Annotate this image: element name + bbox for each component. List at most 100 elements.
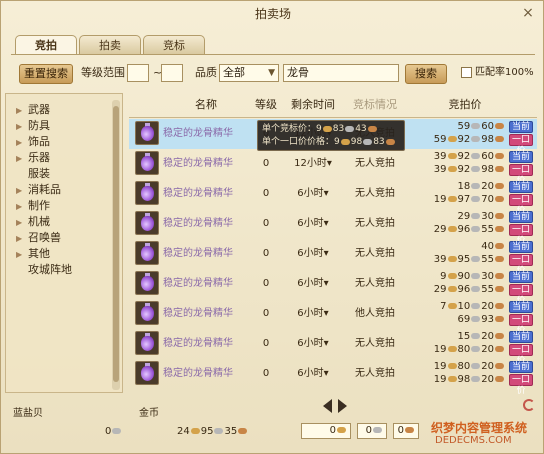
potion-icon[interactable] xyxy=(135,151,159,175)
bid-copper-input[interactable]: 0 xyxy=(393,423,419,439)
gold-coin-icon xyxy=(447,226,457,232)
gold-label: 金币 xyxy=(139,408,159,419)
potion-icon[interactable] xyxy=(135,211,159,235)
table-row[interactable]: 稳定的龙骨精华 0 6小时▾ 无人竞拍 40399555 当前一口价 xyxy=(129,239,537,276)
bid-now-button[interactable]: 当前 xyxy=(509,211,533,223)
gold-coin-icon xyxy=(447,273,457,279)
price-cell: 39 92 60 39 92 98 xyxy=(413,150,505,178)
buyout-button[interactable]: 一口价 xyxy=(509,194,533,216)
price-cell: 7 10 20 69 93 xyxy=(413,300,505,328)
category-other[interactable]: ▶ 其他 xyxy=(16,246,50,262)
table-row[interactable]: 稳定的龙骨精华 0 12小时▾ 无人竞拍 399260399298 当前一口价 xyxy=(129,149,537,186)
item-name-input[interactable]: 龙骨 xyxy=(283,64,399,82)
silver-coin-icon xyxy=(471,213,481,219)
bid-silver-input[interactable]: 0 xyxy=(357,423,387,439)
buyout-button[interactable]: 一口价 xyxy=(509,134,533,156)
bid-now-button[interactable]: 当前 xyxy=(509,271,533,283)
copper-coin-icon xyxy=(495,243,504,249)
copper-coin-icon xyxy=(495,136,504,142)
bid-now-button[interactable]: 当前 xyxy=(509,301,533,313)
bid-now-button[interactable]: 当前 xyxy=(509,151,533,163)
silver-coin-icon xyxy=(471,286,481,292)
gold-coin-icon xyxy=(447,153,457,159)
column-bid-status[interactable]: 竞标情况 xyxy=(343,93,407,117)
price-cell: 15 20 19 80 20 xyxy=(413,330,505,358)
category-instrument[interactable]: ▶ 乐器 xyxy=(16,150,50,166)
column-time[interactable]: 剩余时间 xyxy=(285,93,341,117)
category-consumable[interactable]: ▶ 消耗品 xyxy=(16,182,61,198)
level-min-input[interactable] xyxy=(127,64,149,82)
time-left: 6小时▾ xyxy=(297,308,329,319)
close-icon[interactable]: × xyxy=(521,6,535,20)
buyout-button[interactable]: 一口价 xyxy=(509,164,533,186)
time-left: 6小时▾ xyxy=(297,218,329,229)
table-row[interactable]: 稳定的龙骨精华 0 6小时▾ 无人竞拍 2930299655 当前一口价 xyxy=(129,209,537,246)
category-clothing[interactable]: 服装 xyxy=(16,166,50,182)
buyout-button[interactable]: 一口价 xyxy=(509,224,533,246)
category-siege[interactable]: 攻城阵地 xyxy=(16,262,72,278)
buyout-button[interactable]: 一口价 xyxy=(509,254,533,276)
match-rate-checkbox[interactable] xyxy=(461,67,472,78)
bid-now-button[interactable]: 当前 xyxy=(509,361,533,373)
copper-coin-icon xyxy=(495,346,504,352)
silver-coin-icon xyxy=(471,196,481,202)
watermark-url: DEDECMS.COM xyxy=(435,435,512,446)
expand-arrow-icon: ▶ xyxy=(16,106,23,115)
category-summon[interactable]: ▶ 召唤兽 xyxy=(16,230,61,246)
tab-sell[interactable]: 拍卖 xyxy=(79,35,141,55)
bid-price: 59 60 xyxy=(413,120,505,133)
time-left: 6小时▾ xyxy=(297,188,329,199)
potion-icon[interactable] xyxy=(135,361,159,385)
item-level: 0 xyxy=(262,218,270,229)
gold-coin-icon xyxy=(447,196,457,202)
buyout-price: 59 92 98 xyxy=(413,133,505,146)
tab-divider xyxy=(11,54,535,55)
header-divider xyxy=(129,117,537,118)
scrollbar-thumb[interactable] xyxy=(113,106,119,382)
bid-now-button[interactable]: 当前 xyxy=(509,331,533,343)
bid-now-button[interactable]: 当前 xyxy=(509,181,533,193)
bid-price: 39 92 60 xyxy=(413,150,505,163)
table-row[interactable]: 稳定的龙骨精华 0 6小时▾ 无人竞拍 1820199770 当前一口价 xyxy=(129,179,537,216)
category-machine[interactable]: ▶ 机械 xyxy=(16,214,50,230)
bid-status: 无人竞拍 xyxy=(355,278,395,289)
potion-icon[interactable] xyxy=(135,121,159,145)
potion-icon[interactable] xyxy=(135,181,159,205)
reset-search-button[interactable]: 重置搜索 xyxy=(19,64,73,84)
bid-gold-input[interactable]: 0 xyxy=(301,423,351,439)
column-price[interactable]: 竞拍价 xyxy=(425,93,505,117)
table-row[interactable]: 稳定的龙骨精华 0 6小时▾ 他人竞拍 710206993 当前一口价 xyxy=(129,299,537,336)
category-armor[interactable]: ▶ 防具 xyxy=(16,118,50,134)
buyout-button[interactable]: 一口价 xyxy=(509,284,533,306)
column-name[interactable]: 名称 xyxy=(163,93,249,117)
buyout-button[interactable]: 一口价 xyxy=(509,374,533,396)
copper-coin-icon xyxy=(495,333,504,339)
column-level[interactable]: 等级 xyxy=(251,93,281,117)
silver-coin-icon xyxy=(363,138,373,145)
potion-icon[interactable] xyxy=(135,241,159,265)
quality-select[interactable]: 全部 ▼ xyxy=(219,64,279,82)
window-title: 拍卖场 xyxy=(254,7,291,21)
table-row[interactable]: 稳定的龙骨精华 0 6小时▾ 无人竞拍 1520198020 当前一口价 xyxy=(129,329,537,366)
tab-bid[interactable]: 竞拍 xyxy=(15,35,77,55)
buyout-button[interactable]: 一口价 xyxy=(509,314,533,336)
potion-icon[interactable] xyxy=(135,331,159,355)
bid-now-button[interactable]: 当前 xyxy=(509,121,533,133)
table-row[interactable]: 稳定的龙骨精华 0 6小时▾ 无人竞拍 19 80 20 19 98 20 当前 一口价 xyxy=(129,359,537,396)
buyout-button[interactable]: 一口价 xyxy=(509,344,533,366)
category-crafting[interactable]: ▶ 制作 xyxy=(16,198,50,214)
sidebar-scrollbar[interactable] xyxy=(112,100,120,390)
potion-icon[interactable] xyxy=(135,301,159,325)
table-row[interactable]: 稳定的龙骨精华 0 6小时▾ 无人竞拍 99030299655 当前一口价 xyxy=(129,269,537,306)
bid-now-button[interactable]: 当前 xyxy=(509,241,533,253)
bid-status: 无人竞拍 xyxy=(355,368,395,379)
category-weapon[interactable]: ▶ 武器 xyxy=(16,102,50,118)
tab-bidding[interactable]: 竞标 xyxy=(143,35,205,55)
category-accessory[interactable]: ▶ 饰品 xyxy=(16,134,50,150)
level-max-input[interactable] xyxy=(161,64,183,82)
search-button[interactable]: 搜索 xyxy=(405,64,447,84)
silver-coin-icon xyxy=(471,376,481,382)
potion-icon[interactable] xyxy=(135,271,159,295)
item-name: 稳定的龙骨精华 xyxy=(163,188,233,199)
copper-coin-icon xyxy=(495,213,504,219)
